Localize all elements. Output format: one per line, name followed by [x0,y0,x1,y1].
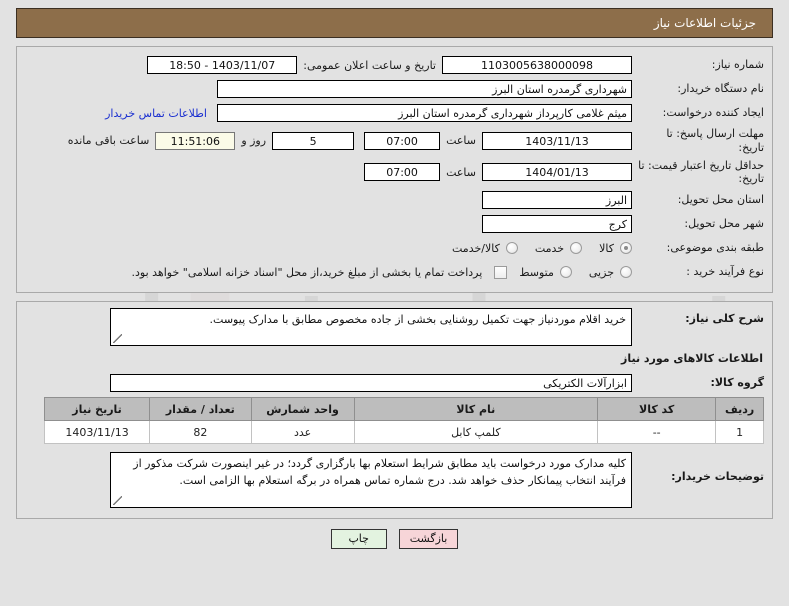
purchase-process-label: نوع فرآیند خرید : [686,265,764,279]
th-need-date: تاریخ نیاز [43,397,151,421]
page-title: جزئیات اطلاعات نیاز [653,16,756,30]
remaining-time-suffix: ساعت باقی مانده [67,134,150,148]
goods-table-wrapper: ردیف کد کالا نام کالا واحد شمارش تعداد /… [25,397,764,444]
radio-category-goods[interactable] [620,242,632,254]
subject-category-radio-group: کالا خدمت کالا/خدمت [440,242,632,255]
response-deadline-time-field[interactable]: 07:00 [364,131,441,150]
cell-goods-code: -- [597,420,717,444]
buyer-notes-textarea[interactable]: کلیه مدارک مورد درخواست باید مطابق شرایط… [110,452,632,508]
radio-category-goods-service[interactable] [505,242,518,254]
row-response-deadline: مهلت ارسال پاسخ: تا تاریخ: 1403/11/13 سا… [25,127,764,155]
th-unit-of-measure: واحد شمارش [250,397,355,421]
th-goods-name: نام کالا [353,397,599,421]
cell-quantity: 82 [149,420,252,444]
cell-row-number: 1 [715,420,764,444]
price-validity-time-field[interactable]: 07:00 [364,163,441,182]
th-quantity: تعداد / مقدار [149,397,252,421]
remaining-days-label: روز و [241,134,267,148]
cell-goods-name: کلمپ کابل [353,420,599,444]
radio-process-medium[interactable] [559,266,572,278]
buyer-organization-label: نام دستگاه خریدار: [677,82,764,96]
goods-section-title: اطلاعات کالاهای مورد نیاز [621,352,763,365]
row-delivery-province: استان محل تحویل: البرز [25,190,764,210]
row-purchase-process: نوع فرآیند خرید : جزیی متوسط پرداخت تمام… [25,262,764,282]
th-row-number: ردیف [715,397,764,421]
buyer-contact-link[interactable]: اطلاعات تماس خریدار [95,107,217,120]
delivery-province-label: استان محل تحویل: [677,193,764,207]
price-validity-label: حداقل تاریخ اعتبار قیمت: تا تاریخ: [638,158,764,186]
purchase-process-radio-group: جزیی متوسط [507,266,632,279]
delivery-city-label: شهر محل تحویل: [684,217,764,231]
row-subject-category: طبقه بندی موضوعی: کالا خدمت کالا/خدمت [25,238,764,258]
goods-table: ردیف کد کالا نام کالا واحد شمارش تعداد /… [43,397,764,444]
need-number-label: شماره نیاز: [711,58,764,72]
islamic-treasury-label: پرداخت تمام یا بخشی از مبلغ خرید،از محل … [131,265,483,279]
need-number-field[interactable]: 1103005638000098 [442,56,632,74]
buyer-organization-field[interactable]: شهرداری گرمدره استان البرز [217,80,632,98]
response-deadline-time-label: ساعت [446,134,476,148]
buyer-notes-label: توضیحات خریدار: [671,470,764,483]
page-title-bar: جزئیات اطلاعات نیاز [16,8,773,38]
delivery-city-field[interactable]: کرج [482,215,632,233]
row-general-description: شرح کلی نیاز: خرید اقلام موردنیاز جهت تک… [25,308,764,346]
subject-category-label: طبقه بندی موضوعی: [666,241,764,255]
request-creator-field[interactable]: میثم غلامی کارپرداز شهرداری گرمدره استان… [217,104,632,122]
radio-process-minor-label: جزیی [588,265,614,279]
radio-category-goods-service-label: کالا/خدمت [452,241,500,255]
general-description-label: شرح کلی نیاز: [685,312,764,325]
radio-category-service[interactable] [570,242,583,254]
remaining-time-counter: 11:51:06 [155,131,236,150]
announce-label: تاریخ و ساعت اعلان عمومی: [303,58,436,72]
goods-group-label: گروه کالا: [710,376,764,390]
table-row[interactable]: 1 -- کلمپ کابل عدد 82 1403/11/13 [43,420,764,444]
row-goods-group: گروه کالا: ابزارآلات الکتریکی [25,373,764,393]
back-button[interactable]: بازگشت [398,529,459,549]
radio-process-medium-label: متوسط [519,265,554,279]
radio-process-minor[interactable] [620,266,632,278]
row-buyer-organization: نام دستگاه خریدار: شهرداری گرمدره استان … [25,79,764,99]
announce-datetime-field[interactable]: 1403/11/07 - 18:50 [147,56,298,74]
need-info-panel: شماره نیاز: 1103005638000098 تاریخ و ساع… [16,46,773,293]
price-validity-date-field[interactable]: 1404/01/13 [482,163,632,182]
row-buyer-notes: توضیحات خریدار: کلیه مدارک مورد درخواست … [25,452,764,508]
general-description-textarea[interactable]: خرید اقلام موردنیاز جهت تکمیل روشنایی بخ… [110,308,632,346]
requirement-details-panel: شرح کلی نیاز: خرید اقلام موردنیاز جهت تک… [16,301,773,519]
footer-button-bar: بازگشت چاپ [0,529,789,549]
goods-group-field[interactable]: ابزارآلات الکتریکی [110,374,632,392]
request-creator-label: ایجاد کننده درخواست: [662,106,764,120]
radio-category-service-label: خدمت [534,241,565,255]
radio-category-goods-label: کالا [599,241,614,255]
row-price-validity: حداقل تاریخ اعتبار قیمت: تا تاریخ: 1404/… [25,159,764,187]
response-deadline-label: مهلت ارسال پاسخ: تا تاریخ: [666,127,764,154]
row-delivery-city: شهر محل تحویل: کرج [25,214,764,234]
cell-unit-of-measure: عدد [250,420,355,444]
price-validity-time-label: ساعت [446,165,476,179]
print-button[interactable]: چاپ [330,529,387,549]
row-request-creator: ایجاد کننده درخواست: میثم غلامی کارپرداز… [25,103,764,123]
cell-need-date: 1403/11/13 [43,420,151,444]
delivery-province-field[interactable]: البرز [482,191,632,209]
islamic-treasury-checkbox[interactable] [494,265,508,279]
response-deadline-date-field[interactable]: 1403/11/13 [482,131,632,150]
goods-table-header-row: ردیف کد کالا نام کالا واحد شمارش تعداد /… [43,397,764,421]
remaining-days-field: 5 [272,131,355,150]
page-root: جزئیات اطلاعات نیاز شماره نیاز: 11030056… [0,8,789,549]
th-goods-code: کد کالا [597,397,717,421]
row-need-number: شماره نیاز: 1103005638000098 تاریخ و ساع… [25,55,764,75]
